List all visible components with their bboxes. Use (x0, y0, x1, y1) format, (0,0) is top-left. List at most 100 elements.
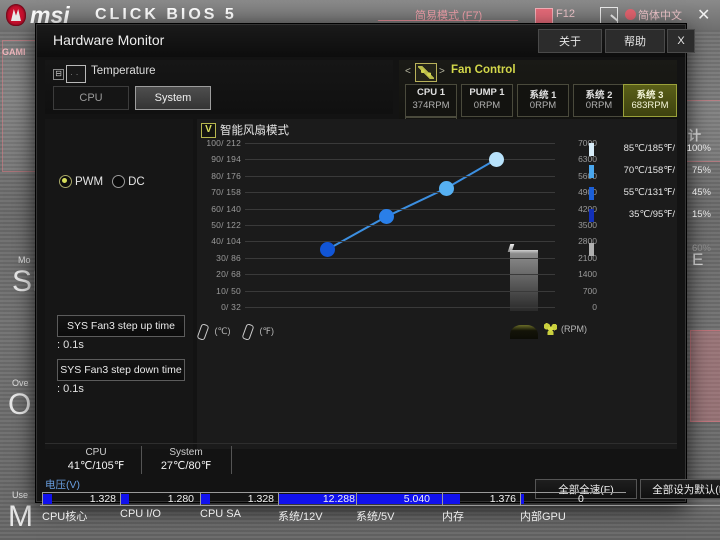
smart-fan-mode-checkbox[interactable]: V (201, 123, 216, 138)
y-axis-tick-label: 10/ 50 (199, 286, 241, 296)
grid-line (245, 291, 555, 292)
close-dialog-button[interactable]: X (667, 29, 695, 53)
fan-next-arrow-icon[interactable]: > (439, 66, 445, 77)
current-rpm-bar (510, 325, 538, 339)
fan-curve-point-3[interactable] (439, 181, 454, 196)
status-system-name: System (145, 447, 227, 458)
ez-mode-button[interactable]: 简易模式 (F7) (415, 7, 482, 23)
legend-row-5: 60% (589, 243, 717, 256)
fan-card-cpu1[interactable]: CPU 1 374RPM (405, 84, 457, 117)
fan-prev-arrow-icon[interactable]: < (405, 66, 411, 77)
about-button[interactable]: 关于 (538, 29, 602, 53)
step-down-time-button[interactable]: SYS Fan3 step down time (57, 359, 185, 381)
pwm-radio[interactable] (59, 175, 72, 188)
temperature-graph-icon (66, 65, 86, 83)
fahrenheit-unit-label: (℉) (259, 326, 274, 336)
step-down-time-value: : 0.1s (57, 383, 84, 395)
help-button[interactable]: 帮助 (605, 29, 665, 53)
status-divider-1 (141, 446, 142, 474)
fan-name: CPU 1 (406, 87, 456, 98)
grid-line (245, 209, 555, 210)
legend-duty-label: 45% (677, 187, 711, 198)
search-icon[interactable] (600, 7, 618, 24)
fan-card-sys2[interactable]: 系统 2 0RPM (573, 84, 625, 117)
screenshot-icon[interactable] (535, 8, 553, 24)
fan-card-sys1[interactable]: 系统 1 0RPM (517, 84, 569, 117)
voltage-value: 0 (543, 492, 619, 505)
grid-line (245, 225, 555, 226)
voltage-fill (121, 494, 129, 504)
bg-panel-gaming (2, 40, 38, 172)
legend-color-chip (589, 165, 594, 178)
legend-duty-label: 100% (677, 143, 711, 154)
bg-gaming-label: GAMI (2, 47, 26, 57)
dialog-body: ⊟ Temperature CPU System < > Fan Control… (37, 57, 685, 501)
thermometer-celsius-icon (197, 323, 210, 341)
voltage-name: 内部GPU (520, 508, 566, 524)
language-label[interactable]: 简体中文 (638, 7, 682, 23)
msi-dragon-logo-icon (6, 4, 26, 26)
voltage-name: 内存 (442, 508, 464, 524)
voltage-bar-row: 1.328CPU核心1.280CPU I/O1.328CPU SA12.288系… (0, 492, 720, 540)
temperature-group: ⊟ Temperature CPU System (45, 60, 393, 114)
legend-row-4: 35℃/95℉/15% (589, 209, 717, 222)
grid-line (245, 159, 555, 160)
voltage-name: CPU SA (200, 508, 241, 520)
temp-source-cpu-button[interactable]: CPU (53, 86, 129, 110)
dc-radio[interactable] (112, 175, 125, 188)
language-globe-icon[interactable] (625, 9, 636, 20)
fan-rpm: 0RPM (518, 100, 568, 111)
voltage-name: CPU核心 (42, 508, 87, 524)
grid-line (245, 176, 555, 177)
step-up-time-value: : 0.1s (57, 339, 84, 351)
bg-right-cn: 计 (688, 125, 701, 144)
legend-color-chip (589, 143, 594, 156)
y-axis-tick-label: 30/ 86 (199, 253, 241, 263)
rpm-axis-tick-label: 0 (563, 302, 597, 312)
legend-temp-label: 35℃/95℉/ (601, 209, 675, 220)
fan-card-pump1[interactable]: PUMP 1 0RPM (461, 84, 513, 117)
status-bar: CPU 41℃/105℉ System 27℃/80℉ (45, 443, 677, 478)
celsius-unit-label: (℃) (214, 326, 230, 336)
step-up-time-button[interactable]: SYS Fan3 step up time (57, 315, 185, 337)
fan-curve-point-2[interactable] (379, 209, 394, 224)
voltage-fill (443, 494, 456, 504)
grid-line (245, 274, 555, 275)
legend-row-3: 55℃/131℉/45% (589, 187, 717, 200)
voltage-baseline (40, 505, 720, 506)
legend-temp-label: 70℃/158℉/ (601, 165, 675, 176)
bg-overclock-big: O (8, 388, 31, 422)
fan-settings-panel: PWM DC SYS Fan3 step up time : 0.1s SYS … (45, 119, 193, 449)
temp-axis-legend: (℃) (℉) (199, 323, 283, 341)
fan-curve-point-1[interactable] (320, 242, 335, 257)
status-divider-2 (231, 446, 232, 474)
thermometer-fahrenheit-icon (242, 323, 255, 341)
grid-line (245, 258, 555, 259)
rpm-axis-tick-label: 700 (563, 286, 597, 296)
y-axis-tick-label: 70/ 158 (199, 187, 241, 197)
grid-line (245, 143, 555, 144)
y-axis-tick-label: 80/ 176 (199, 171, 241, 181)
f12-label[interactable]: F12 (556, 8, 575, 20)
y-axis-tick-label: 40/ 104 (199, 236, 241, 246)
rpm-unit-label: (RPM) (561, 324, 587, 334)
fan-name: 系统 2 (574, 87, 624, 101)
fan-name: PUMP 1 (462, 87, 512, 98)
dialog-header: Hardware Monitor 关于 帮助 X (37, 25, 685, 57)
fan-curve-point-4[interactable] (489, 152, 504, 167)
status-system: System 27℃/80℉ (145, 447, 227, 472)
y-axis-tick-label: 20/ 68 (199, 269, 241, 279)
temperature-group-label: Temperature (91, 65, 156, 77)
voltage-cell-7: 0 内部GPU (520, 492, 625, 540)
collapse-icon[interactable]: ⊟ (53, 69, 64, 80)
legend-color-chip (589, 243, 594, 256)
fan-curve-plot[interactable]: 100/ 212700090/ 194630080/ 176560070/ 15… (245, 143, 555, 307)
fan-rpm-icon (544, 323, 557, 335)
legend-duty-label: 15% (677, 209, 711, 220)
fan-card-sys3[interactable]: 系统 3 683RPM (623, 84, 677, 117)
voltage-fill (201, 494, 210, 504)
temp-source-system-button[interactable]: System (135, 86, 211, 110)
close-icon[interactable]: ✕ (697, 5, 710, 25)
fan-control-title: Fan Control (451, 64, 516, 76)
grid-line (245, 192, 555, 193)
